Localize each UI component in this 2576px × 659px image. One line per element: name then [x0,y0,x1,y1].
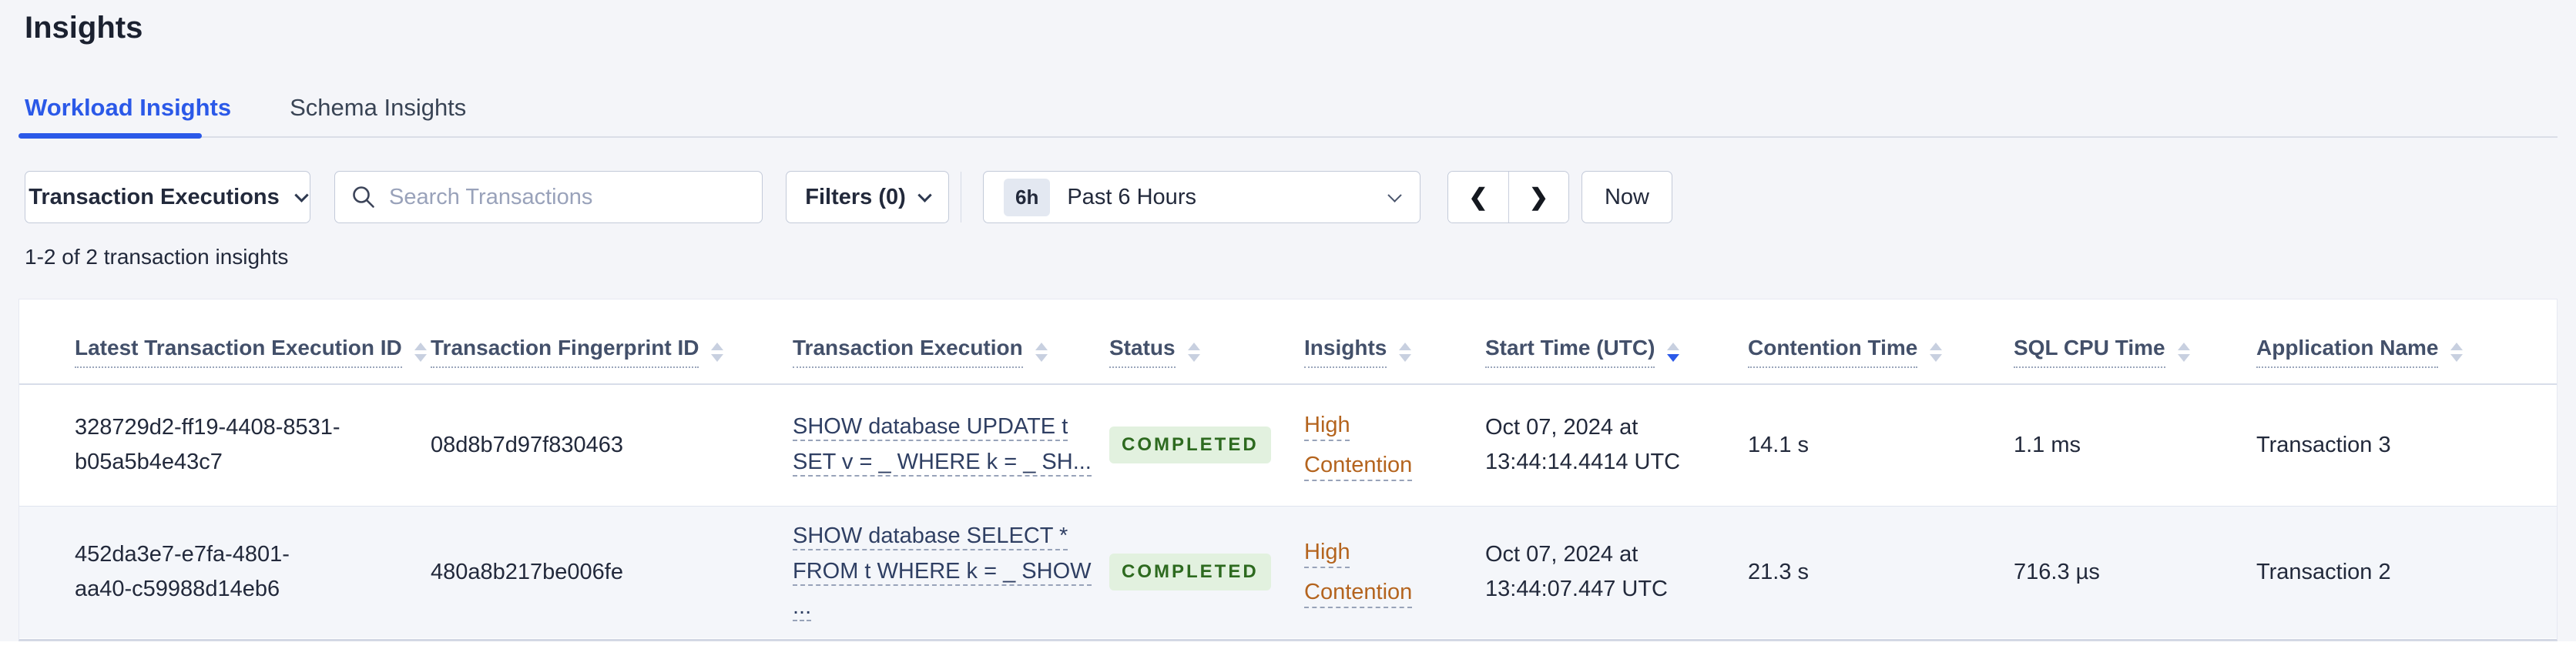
filters-button[interactable]: Filters (0) [786,171,949,223]
toolbar: Transaction Executions Filters (0) 6h Pa… [25,171,1672,223]
column-header-start-time[interactable]: Start Time (UTC) [1485,299,1748,385]
column-label[interactable]: Start Time (UTC) [1485,336,1655,368]
now-button-label: Now [1604,184,1649,209]
tab-schema-insights[interactable]: Schema Insights [290,94,466,122]
sql-cpu-time-cell: 1.1 ms [2014,384,2256,507]
sort-icon[interactable] [1035,342,1048,362]
start-time-cell: Oct 07, 2024 at 13:44:07.447 UTC [1485,506,1748,638]
table-header-row: Latest Transaction Execution ID Transact… [19,299,2557,385]
time-range-dropdown[interactable]: 6h Past 6 Hours [983,171,1420,223]
table-row: 328729d2-ff19-4408-8531-b05a5b4e43c7 08d… [19,384,2557,507]
insight-link[interactable]: High Contention [1304,540,1412,604]
start-time-cell: Oct 07, 2024 at 13:44:14.4414 UTC [1485,384,1748,507]
time-nav-group: ❮ ❯ [1447,171,1569,223]
column-header-transaction-execution[interactable]: Transaction Execution [793,299,1109,385]
sort-icon[interactable] [1930,342,1943,362]
sql-cpu-time-cell: 716.3 µs [2014,506,2256,638]
status-badge: COMPLETED [1109,554,1271,591]
sort-icon[interactable] [2450,342,2464,362]
chevron-down-icon [294,187,309,202]
chevron-down-icon [917,187,932,202]
tab-bar: Workload Insights Schema Insights [25,94,466,122]
status-badge: COMPLETED [1109,427,1271,464]
active-tab-indicator [18,133,202,139]
column-header-insights[interactable]: Insights [1304,299,1485,385]
column-label[interactable]: SQL CPU Time [2014,336,2165,368]
sort-icon[interactable] [1399,342,1412,362]
chevron-down-icon [1387,187,1402,202]
insights-cell: High Contention [1304,506,1485,638]
statement-link[interactable]: SET v = _ WHERE k = _ SH... [793,450,1092,477]
time-range-label: Past 6 Hours [1067,184,1196,209]
status-cell: COMPLETED [1109,384,1304,507]
column-header-sql-cpu-time[interactable]: SQL CPU Time [2014,299,2256,385]
sort-icon[interactable] [1667,342,1680,362]
sort-icon[interactable] [1187,342,1200,362]
fingerprint-id-cell: 480a8b217be006fe [431,506,793,638]
column-header-latest-transaction-execution-id[interactable]: Latest Transaction Execution ID [19,299,431,385]
transaction-insights-table: Latest Transaction Execution ID Transact… [19,299,2557,638]
statement-link[interactable]: ... [793,594,812,621]
filters-button-label: Filters (0) [805,184,906,209]
statement-link[interactable]: FROM t WHERE k = _ SHOW [793,559,1092,586]
application-name-cell: Transaction 2 [2256,506,2557,638]
column-label[interactable]: Transaction Fingerprint ID [431,336,699,368]
column-header-status[interactable]: Status [1109,299,1304,385]
now-button[interactable]: Now [1581,171,1672,223]
fingerprint-id-cell: 08d8b7d97f830463 [431,384,793,507]
chevron-left-icon: ❮ [1468,184,1488,210]
time-window-badge: 6h [1004,178,1051,216]
tab-divider [18,136,2558,138]
results-summary: 1-2 of 2 transaction insights [25,245,289,269]
insights-table-card: Latest Transaction Execution ID Transact… [18,299,2558,641]
next-time-button[interactable]: ❯ [1508,172,1568,222]
column-label[interactable]: Application Name [2256,336,2439,368]
page-title: Insights [25,11,143,45]
chevron-right-icon: ❯ [1528,184,1549,210]
column-label[interactable]: Insights [1304,336,1387,368]
transaction-execution-cell: SHOW database UPDATE t SET v = _ WHERE k… [793,384,1109,507]
search-box[interactable] [334,171,763,223]
transaction-execution-cell: SHOW database SELECT * FROM t WHERE k = … [793,506,1109,638]
column-label[interactable]: Latest Transaction Execution ID [75,336,402,368]
sort-icon[interactable] [2177,342,2190,362]
application-name-cell: Transaction 3 [2256,384,2557,507]
column-label[interactable]: Status [1109,336,1176,368]
sort-icon[interactable] [414,342,427,362]
column-label[interactable]: Transaction Execution [793,336,1023,368]
statement-link[interactable]: SHOW database SELECT * [793,524,1068,550]
sort-icon[interactable] [711,342,724,362]
execution-type-dropdown-label: Transaction Executions [29,184,280,209]
table-row: 452da3e7-e7fa-4801-aa40-c59988d14eb6 480… [19,506,2557,638]
execution-type-dropdown[interactable]: Transaction Executions [25,171,310,223]
contention-time-cell: 14.1 s [1748,384,2014,507]
execution-id-cell: 452da3e7-e7fa-4801-aa40-c59988d14eb6 [19,506,431,638]
insight-link[interactable]: High Contention [1304,413,1412,477]
column-label[interactable]: Contention Time [1748,336,1918,368]
statement-link[interactable]: SHOW database UPDATE t [793,414,1068,441]
search-input[interactable] [389,184,746,210]
page-bottom-strip [0,641,2576,659]
search-icon [351,184,377,210]
status-cell: COMPLETED [1109,506,1304,638]
column-header-contention-time[interactable]: Contention Time [1748,299,2014,385]
contention-time-cell: 21.3 s [1748,506,2014,638]
column-header-transaction-fingerprint-id[interactable]: Transaction Fingerprint ID [431,299,793,385]
execution-id-cell: 328729d2-ff19-4408-8531-b05a5b4e43c7 [19,384,431,507]
column-header-application-name[interactable]: Application Name [2256,299,2557,385]
insights-cell: High Contention [1304,384,1485,507]
tab-workload-insights[interactable]: Workload Insights [25,94,231,122]
previous-time-button[interactable]: ❮ [1448,172,1508,222]
